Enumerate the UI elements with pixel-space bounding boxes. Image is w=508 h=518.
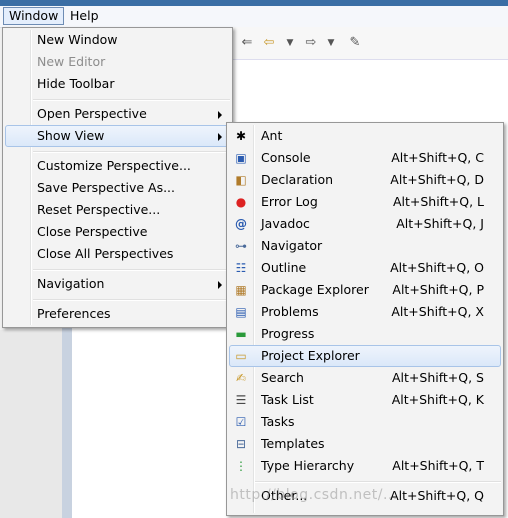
forward-icon[interactable]: ⇨ [304,36,318,50]
folder-icon: ▭ [235,349,247,363]
declaration-icon: ◧ [235,173,247,187]
menu-item-customize-perspective[interactable]: Customize Perspective... [5,155,230,177]
watermark: http://blog.csdn.net/... [230,487,398,503]
menu-item-task-list[interactable]: ☰ Task List Alt+Shift+Q, K [229,389,501,411]
error-log-icon: ● [235,195,247,209]
menu-item-javadoc[interactable]: @ Javadoc Alt+Shift+Q, J [229,213,501,235]
task-list-icon: ☰ [235,393,247,407]
window-menu-dropdown: New Window New Editor Hide Toolbar Open … [2,27,233,328]
menu-item-package-explorer[interactable]: ▦ Package Explorer Alt+Shift+Q, P [229,279,501,301]
menu-item-search[interactable]: ✍ Search Alt+Shift+Q, S [229,367,501,389]
menu-item-show-view[interactable]: Show View [5,125,230,147]
previous-edit-icon[interactable]: ⇦ [262,36,276,50]
progress-icon: ▬ [235,327,247,341]
submenu-arrow-icon [218,133,222,141]
menu-item-progress[interactable]: ▬ Progress [229,323,501,345]
submenu-arrow-icon [218,111,222,119]
outline-icon: ☷ [235,261,247,275]
templates-icon: ⊟ [235,437,247,451]
submenu-arrow-icon [218,281,222,289]
menu-item-hide-toolbar[interactable]: Hide Toolbar [5,73,230,95]
javadoc-icon: @ [235,217,247,231]
menu-item-error-log[interactable]: ● Error Log Alt+Shift+Q, L [229,191,501,213]
menu-item-outline[interactable]: ☷ Outline Alt+Shift+Q, O [229,257,501,279]
menu-item-console[interactable]: ▣ Console Alt+Shift+Q, C [229,147,501,169]
menu-item-preferences[interactable]: Preferences [5,303,230,325]
menu-item-open-perspective[interactable]: Open Perspective [5,103,230,125]
menu-item-tasks[interactable]: ☑ Tasks [229,411,501,433]
menu-item-save-perspective-as[interactable]: Save Perspective As... [5,177,230,199]
menu-item-declaration[interactable]: ◧ Declaration Alt+Shift+Q, D [229,169,501,191]
menu-item-type-hierarchy[interactable]: ⋮ Type Hierarchy Alt+Shift+Q, T [229,455,501,477]
back-icon[interactable]: ⇐ [240,36,254,50]
menu-bar: Window Help [0,6,508,28]
window-menu[interactable]: Window [3,7,65,25]
ant-icon: ✱ [235,129,247,143]
pin-editor-icon[interactable]: ✎ [348,36,362,50]
menu-item-close-perspective[interactable]: Close Perspective [5,221,230,243]
menu-item-ant[interactable]: ✱ Ant [229,125,501,147]
package-explorer-icon: ▦ [235,283,247,297]
search-icon: ✍ [235,371,247,385]
menu-item-navigator[interactable]: ⊶ Navigator [229,235,501,257]
chevron-down-icon[interactable]: ▼ [324,36,338,50]
show-view-submenu: ✱ Ant ▣ Console Alt+Shift+Q, C ◧ Declara… [226,122,504,516]
menu-item-new-window[interactable]: New Window [5,29,230,51]
type-hierarchy-icon: ⋮ [235,459,247,473]
navigator-icon: ⊶ [235,239,247,253]
menu-item-project-explorer[interactable]: ▭ Project Explorer [229,345,501,367]
menu-item-reset-perspective[interactable]: Reset Perspective... [5,199,230,221]
menu-item-templates[interactable]: ⊟ Templates [229,433,501,455]
left-panel [0,330,62,518]
console-icon: ▣ [235,151,247,165]
menu-item-close-all-perspectives[interactable]: Close All Perspectives [5,243,230,265]
help-menu[interactable]: Help [65,8,104,24]
menu-item-problems[interactable]: ▤ Problems Alt+Shift+Q, X [229,301,501,323]
menu-item-navigation[interactable]: Navigation [5,273,230,295]
tasks-icon: ☑ [235,415,247,429]
menu-item-new-editor: New Editor [37,54,106,69]
problems-icon: ▤ [235,305,247,319]
chevron-down-icon[interactable]: ▼ [283,36,297,50]
